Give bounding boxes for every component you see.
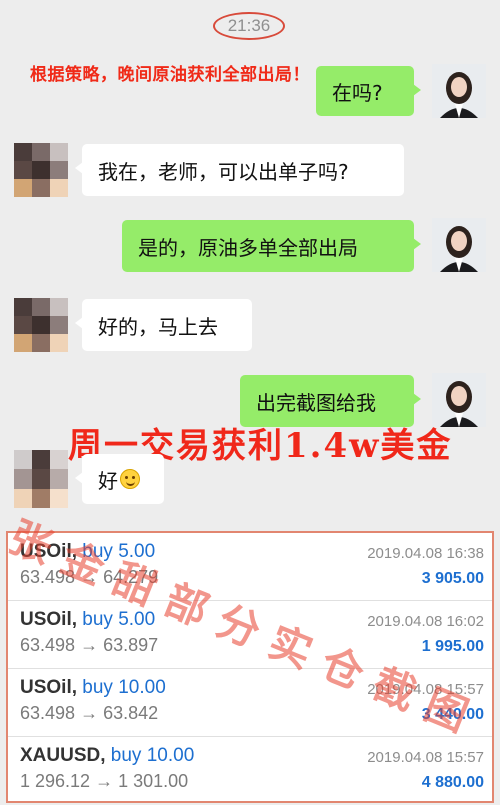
trade-row[interactable]: XAUUSD, buy 10.00 1 296.12 → 1 301.00 20…	[8, 737, 492, 805]
outgoing-message-1[interactable]: 在吗?	[316, 66, 421, 116]
open-price: 63.498	[20, 567, 76, 587]
trade-date: 2019.04.08 15:57	[367, 749, 484, 766]
message-text: 我在，老师，可以出单子吗?	[98, 159, 349, 184]
arrow-icon: →	[95, 771, 114, 791]
trade-profit: 3 440.00	[421, 706, 484, 723]
trade-symbol: USOil,	[20, 609, 78, 630]
trade-row[interactable]: USOil, buy 10.00 63.498 → 63.842 2019.04…	[8, 669, 492, 737]
arrow-icon: →	[80, 703, 99, 723]
timestamp: 21:36	[213, 12, 285, 40]
arrow-icon: →	[80, 635, 99, 655]
trade-row[interactable]: USOil, buy 5.00 63.498 → 63.897 2019.04.…	[8, 601, 492, 669]
trade-action: buy 10.00	[82, 677, 166, 698]
open-price: 63.498	[20, 635, 76, 655]
incoming-message-1[interactable]: 我在，老师，可以出单子吗?	[75, 144, 404, 196]
open-price: 1 296.12	[20, 771, 91, 791]
woman-avatar-icon	[432, 218, 486, 272]
incoming-message-2[interactable]: 好的，马上去	[75, 299, 252, 351]
contact-avatar[interactable]	[14, 450, 68, 508]
contact-avatar[interactable]	[14, 298, 68, 352]
message-text: 是的，原油多单全部出局	[138, 235, 358, 260]
pixelated-avatar-icon	[14, 298, 68, 352]
close-price: 1 301.00	[118, 771, 189, 791]
strategy-annotation: 根据策略，晚间原油获利全部出局！	[30, 65, 310, 85]
self-avatar[interactable]	[432, 218, 486, 272]
smile-emoji-icon	[120, 469, 140, 489]
contact-avatar[interactable]	[14, 143, 68, 197]
self-avatar[interactable]	[432, 64, 486, 118]
open-price: 63.498	[20, 703, 76, 723]
outgoing-message-2[interactable]: 是的，原油多单全部出局	[122, 220, 421, 272]
trade-profit: 1 995.00	[421, 638, 484, 655]
message-text: 好	[98, 468, 118, 493]
message-text: 在吗?	[332, 80, 383, 105]
trade-date: 2019.04.08 15:57	[367, 681, 484, 698]
trade-row[interactable]: USOil, buy 5.00 63.498 → 64.279 2019.04.…	[8, 533, 492, 601]
close-price: 63.897	[103, 635, 159, 655]
trade-date: 2019.04.08 16:02	[367, 613, 484, 630]
message-text: 好的，马上去	[98, 314, 218, 339]
trade-profit: 4 880.00	[421, 774, 484, 791]
trade-date: 2019.04.08 16:38	[367, 545, 484, 562]
pixelated-avatar-icon	[14, 450, 68, 508]
close-price: 64.279	[103, 567, 159, 587]
woman-avatar-icon	[432, 64, 486, 118]
trade-profit: 3 905.00	[421, 570, 484, 587]
trade-symbol: USOil,	[20, 677, 78, 698]
trade-action: buy 10.00	[110, 745, 195, 766]
trade-history-panel: USOil, buy 5.00 63.498 → 64.279 2019.04.…	[6, 531, 494, 803]
message-text: 出完截图给我	[256, 390, 376, 415]
trade-action: buy 5.00	[82, 541, 156, 562]
trade-symbol: XAUUSD,	[20, 745, 106, 766]
pixelated-avatar-icon	[14, 143, 68, 197]
arrow-icon: →	[80, 567, 99, 587]
close-price: 63.842	[103, 703, 159, 723]
trade-symbol: USOil,	[20, 541, 78, 562]
incoming-message-3[interactable]: 好	[75, 454, 164, 504]
trade-action: buy 5.00	[82, 609, 156, 630]
